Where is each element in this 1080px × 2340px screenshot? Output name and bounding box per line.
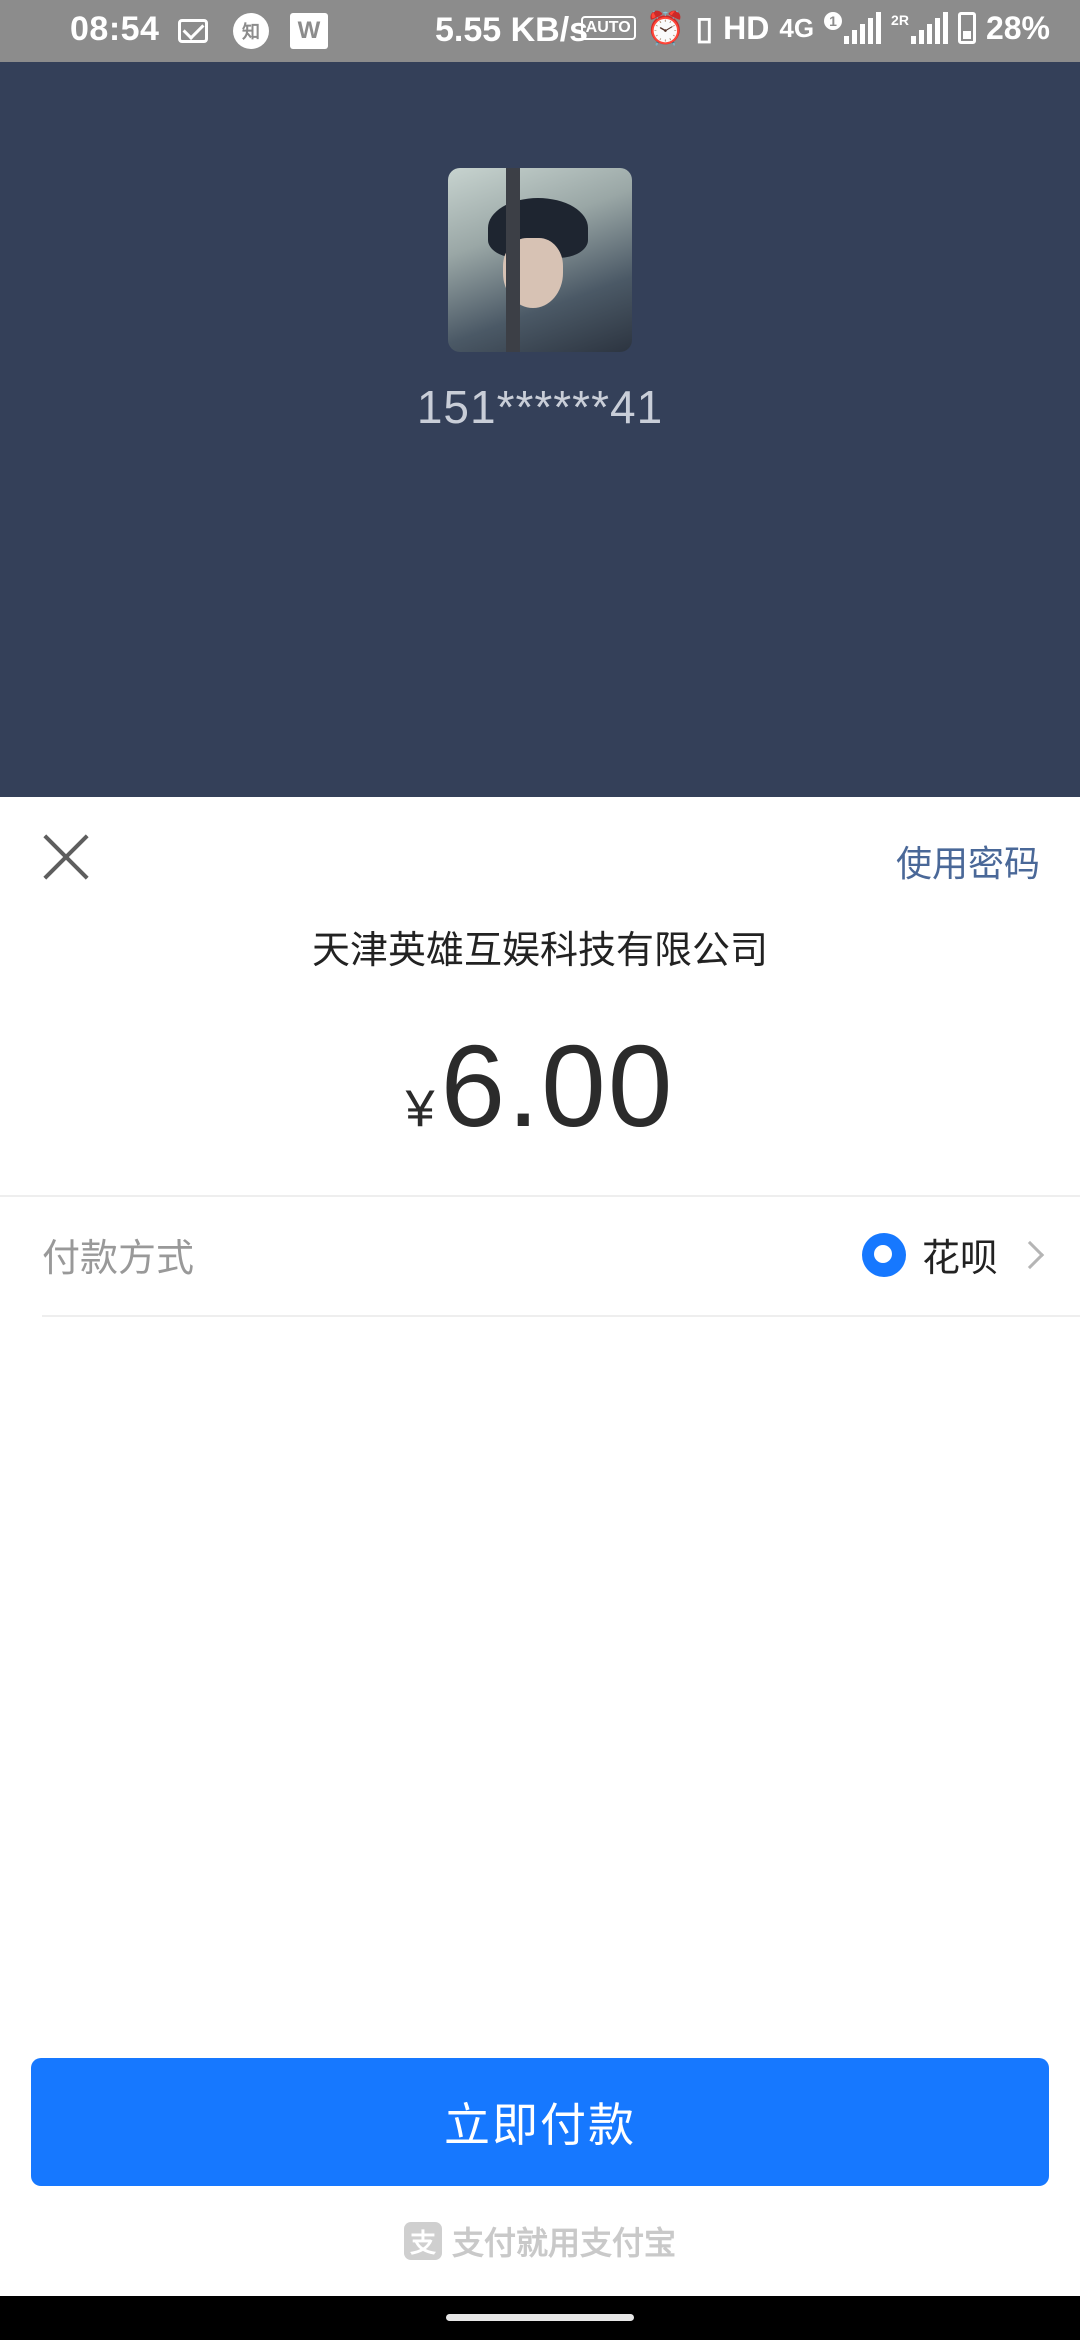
alarm-icon: ⏰ — [645, 10, 686, 46]
battery-percent: 28% — [985, 9, 1050, 46]
payment-amount: ¥ 6.00 — [0, 1019, 1080, 1153]
sim2-badge: 2R — [891, 12, 909, 28]
alipay-slogan: 支付就用支付宝 — [451, 2224, 676, 2262]
huabei-icon — [861, 1232, 906, 1277]
use-password-link[interactable]: 使用密码 — [896, 835, 1040, 887]
vibrate-icon: ▯ — [695, 10, 714, 46]
mail-icon — [178, 19, 208, 43]
signal-1-icon: 1 — [824, 12, 882, 44]
auto-brightness-icon: AUTO — [580, 16, 636, 40]
network-speed: 5.55 KB/s — [435, 11, 589, 49]
status-bar: 08:54 知 W 5.55 KB/s AUTO ⏰ ▯ HD 4G 1 2R … — [0, 0, 1080, 62]
zhihu-icon: 知 — [233, 13, 269, 49]
hd-label: HD — [723, 9, 770, 46]
alipay-logo-icon: 支 — [403, 2222, 442, 2260]
network-type: 4G — [779, 12, 815, 43]
payment-method-selector[interactable]: 花呗 — [861, 1227, 1045, 1282]
payment-method-value: 花呗 — [921, 1236, 998, 1280]
chevron-right-icon — [1015, 1240, 1045, 1269]
currency-symbol: ¥ — [405, 1080, 435, 1138]
wps-icon: W — [290, 13, 328, 49]
payee-phone: 151******41 — [416, 381, 664, 433]
signal-2-icon: 2R — [891, 12, 948, 44]
payment-method-label: 付款方式 — [42, 1236, 195, 1280]
sim1-badge: 1 — [824, 12, 843, 30]
amount-value: 6.00 — [440, 1021, 675, 1151]
home-indicator[interactable] — [446, 2314, 634, 2321]
avatar — [448, 168, 632, 352]
status-time: 08:54 — [70, 10, 160, 48]
payee-header: 151******41 — [0, 62, 1080, 797]
battery-icon — [957, 12, 976, 44]
close-icon[interactable] — [42, 833, 90, 881]
status-icons: AUTO ⏰ ▯ HD 4G 1 2R 28% — [580, 9, 1050, 47]
payment-method-row[interactable]: 付款方式 花呗 — [42, 1197, 1080, 1317]
merchant-name: 天津英雄互娱科技有限公司 — [311, 928, 768, 972]
alipay-footer: 支 支付就用支付宝 — [0, 2218, 1080, 2264]
pay-now-button[interactable]: 立即付款 — [31, 2058, 1049, 2186]
navigation-bar — [0, 2296, 1080, 2340]
